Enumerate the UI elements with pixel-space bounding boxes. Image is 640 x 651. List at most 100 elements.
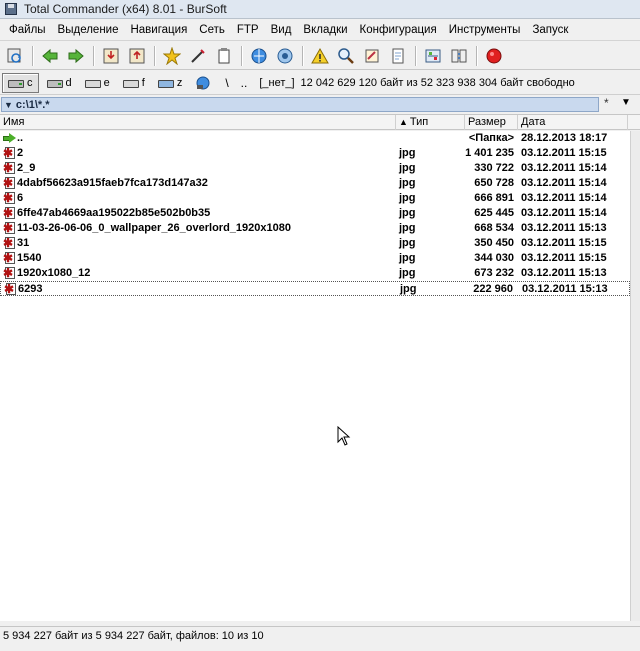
file-type: jpg [399,267,416,279]
file-row[interactable]: ✱ 2 jpg 1 401 235 03.12.2011 15:15 [0,146,630,161]
menu-navigation[interactable]: Навигация [124,20,193,41]
drive-button-d[interactable]: d [42,73,77,93]
file-row-focused[interactable]: ✱ 6293 jpg 222 960 03.12.2011 15:13 [0,281,630,296]
file-date: 03.12.2011 15:14 [521,192,607,204]
file-row[interactable]: ✱ 6 jpg 666 891 03.12.2011 15:14 [0,191,630,206]
notepad-icon[interactable] [212,44,236,68]
image-file-icon: ✱ [3,251,15,265]
warning-icon[interactable] [308,44,332,68]
drive-button-e[interactable]: e [80,73,115,93]
path-text: c:\1\*.* [15,98,50,111]
file-row-parent[interactable]: .. <Папка> 28.12.2013 18:17 [0,131,630,146]
drive-letter: c [27,76,33,89]
column-headers: Имя ▲ Тип Размер Дата [0,114,640,130]
volume-label: [_нет_] [259,76,295,89]
mouse-cursor-icon [337,426,351,446]
unpack-icon[interactable] [125,44,149,68]
file-size: <Папка> [468,132,514,144]
folder-up-icon [3,133,16,143]
file-size: 625 445 [474,207,514,219]
back-icon[interactable] [38,44,62,68]
browser-icon[interactable] [247,44,271,68]
title-bar: Total Commander (x64) 8.01 - BurSoft [0,0,640,19]
rename-icon[interactable] [360,44,384,68]
column-header-name[interactable]: Имя [0,115,396,130]
file-list: .. <Папка> 28.12.2013 18:17 ✱ 2 jpg 1 40… [0,131,630,621]
drive-bar: c d e f z \ .. [_нет_] 12 042 629 120 ба… [0,71,640,95]
search-icon[interactable] [334,44,358,68]
toolbar-separator [302,45,303,66]
file-type: jpg [399,147,416,159]
file-name: 4dabf56623a915faeb7fca173d147a32 [17,177,208,189]
file-name: 6293 [18,283,43,295]
ftp-icon[interactable] [273,44,297,68]
file-name: 2 [17,147,24,159]
stop-icon[interactable] [482,44,506,68]
file-date: 03.12.2011 15:15 [521,252,607,264]
path-history-icon[interactable]: ▼ [4,100,13,110]
hotlist-button[interactable]: * [604,96,609,110]
menu-configuration[interactable]: Конфигурация [354,20,443,41]
menu-launch[interactable]: Запуск [526,20,574,41]
file-row[interactable]: ✱ 4dabf56623a915faeb7fca173d147a32 jpg 6… [0,176,630,191]
file-name: 6 [17,192,24,204]
image-file-icon: ✱ [3,146,15,160]
file-size: 650 728 [474,177,514,189]
menu-files[interactable]: Файлы [3,20,52,41]
file-row[interactable]: ✱ 1920x1080_12 jpg 673 232 03.12.2011 15… [0,266,630,281]
forward-icon[interactable] [64,44,88,68]
file-name: .. [17,132,24,144]
drive-button-c[interactable]: c [2,72,39,93]
file-type: jpg [399,252,416,264]
refresh-icon[interactable] [3,44,27,68]
image-file-icon: ✱ [4,282,16,296]
file-date: 28.12.2013 18:17 [521,132,608,144]
vertical-scrollbar[interactable] [630,131,640,621]
drive-letter: d [65,76,72,89]
file-size: 666 891 [474,192,514,204]
menu-bar: Файлы Выделение Навигация Сеть FTP Вид В… [0,20,640,41]
file-date: 03.12.2011 15:15 [521,147,607,159]
current-path[interactable]: ▼ c:\1\*.* [1,97,599,112]
file-size: 1 401 235 [465,147,514,159]
column-header-date[interactable]: Дата [518,115,628,130]
file-row[interactable]: ✱ 2_9 jpg 330 722 03.12.2011 15:14 [0,161,630,176]
menu-tools[interactable]: Инструменты [443,20,527,41]
favorites-icon[interactable] [160,44,184,68]
cd-drive-icon [84,77,101,89]
network-neighborhood-button[interactable] [190,73,216,93]
sync-icon[interactable] [447,44,471,68]
file-date: 03.12.2011 15:13 [521,267,607,279]
menu-selection[interactable]: Выделение [52,20,125,41]
drive-button-f[interactable]: f [118,73,150,93]
column-header-type[interactable]: ▲ Тип [396,115,465,130]
file-date: 03.12.2011 15:13 [521,222,607,234]
file-row[interactable]: ✱ 6ffe47ab4669aa195022b85e502b0b35 jpg 6… [0,206,630,221]
file-size: 668 534 [474,222,514,234]
file-name: 31 [17,237,30,249]
document-icon[interactable] [386,44,410,68]
toolbar-separator [93,45,94,66]
window-title: Total Commander (x64) 8.01 - BurSoft [24,2,227,16]
menu-network[interactable]: Сеть [193,20,231,41]
file-name: 1920x1080_12 [17,267,91,279]
file-row[interactable]: ✱ 31 jpg 350 450 03.12.2011 15:15 [0,236,630,251]
column-header-size[interactable]: Размер [465,115,518,130]
sort-ascending-icon: ▲ [399,117,408,127]
menu-view[interactable]: Вид [265,20,298,41]
history-dropdown-button[interactable]: ▼ [621,97,631,108]
pack-icon[interactable] [99,44,123,68]
menu-tabs[interactable]: Вкладки [297,20,353,41]
hard-drive-icon [46,77,63,89]
toolbar-separator [32,45,33,66]
root-dir-button[interactable]: \ [225,76,228,90]
file-row[interactable]: ✱ 11-03-26-06-06_0_wallpaper_26_overlord… [0,221,630,236]
drive-button-z[interactable]: z [153,73,188,93]
multi-rename-icon[interactable] [186,44,210,68]
file-type: jpg [399,162,416,174]
file-row[interactable]: ✱ 1540 jpg 344 030 03.12.2011 15:15 [0,251,630,266]
drive-letter: f [141,76,145,89]
parent-dir-button[interactable]: .. [241,76,248,90]
compare-icon[interactable] [421,44,445,68]
menu-ftp[interactable]: FTP [231,20,265,41]
